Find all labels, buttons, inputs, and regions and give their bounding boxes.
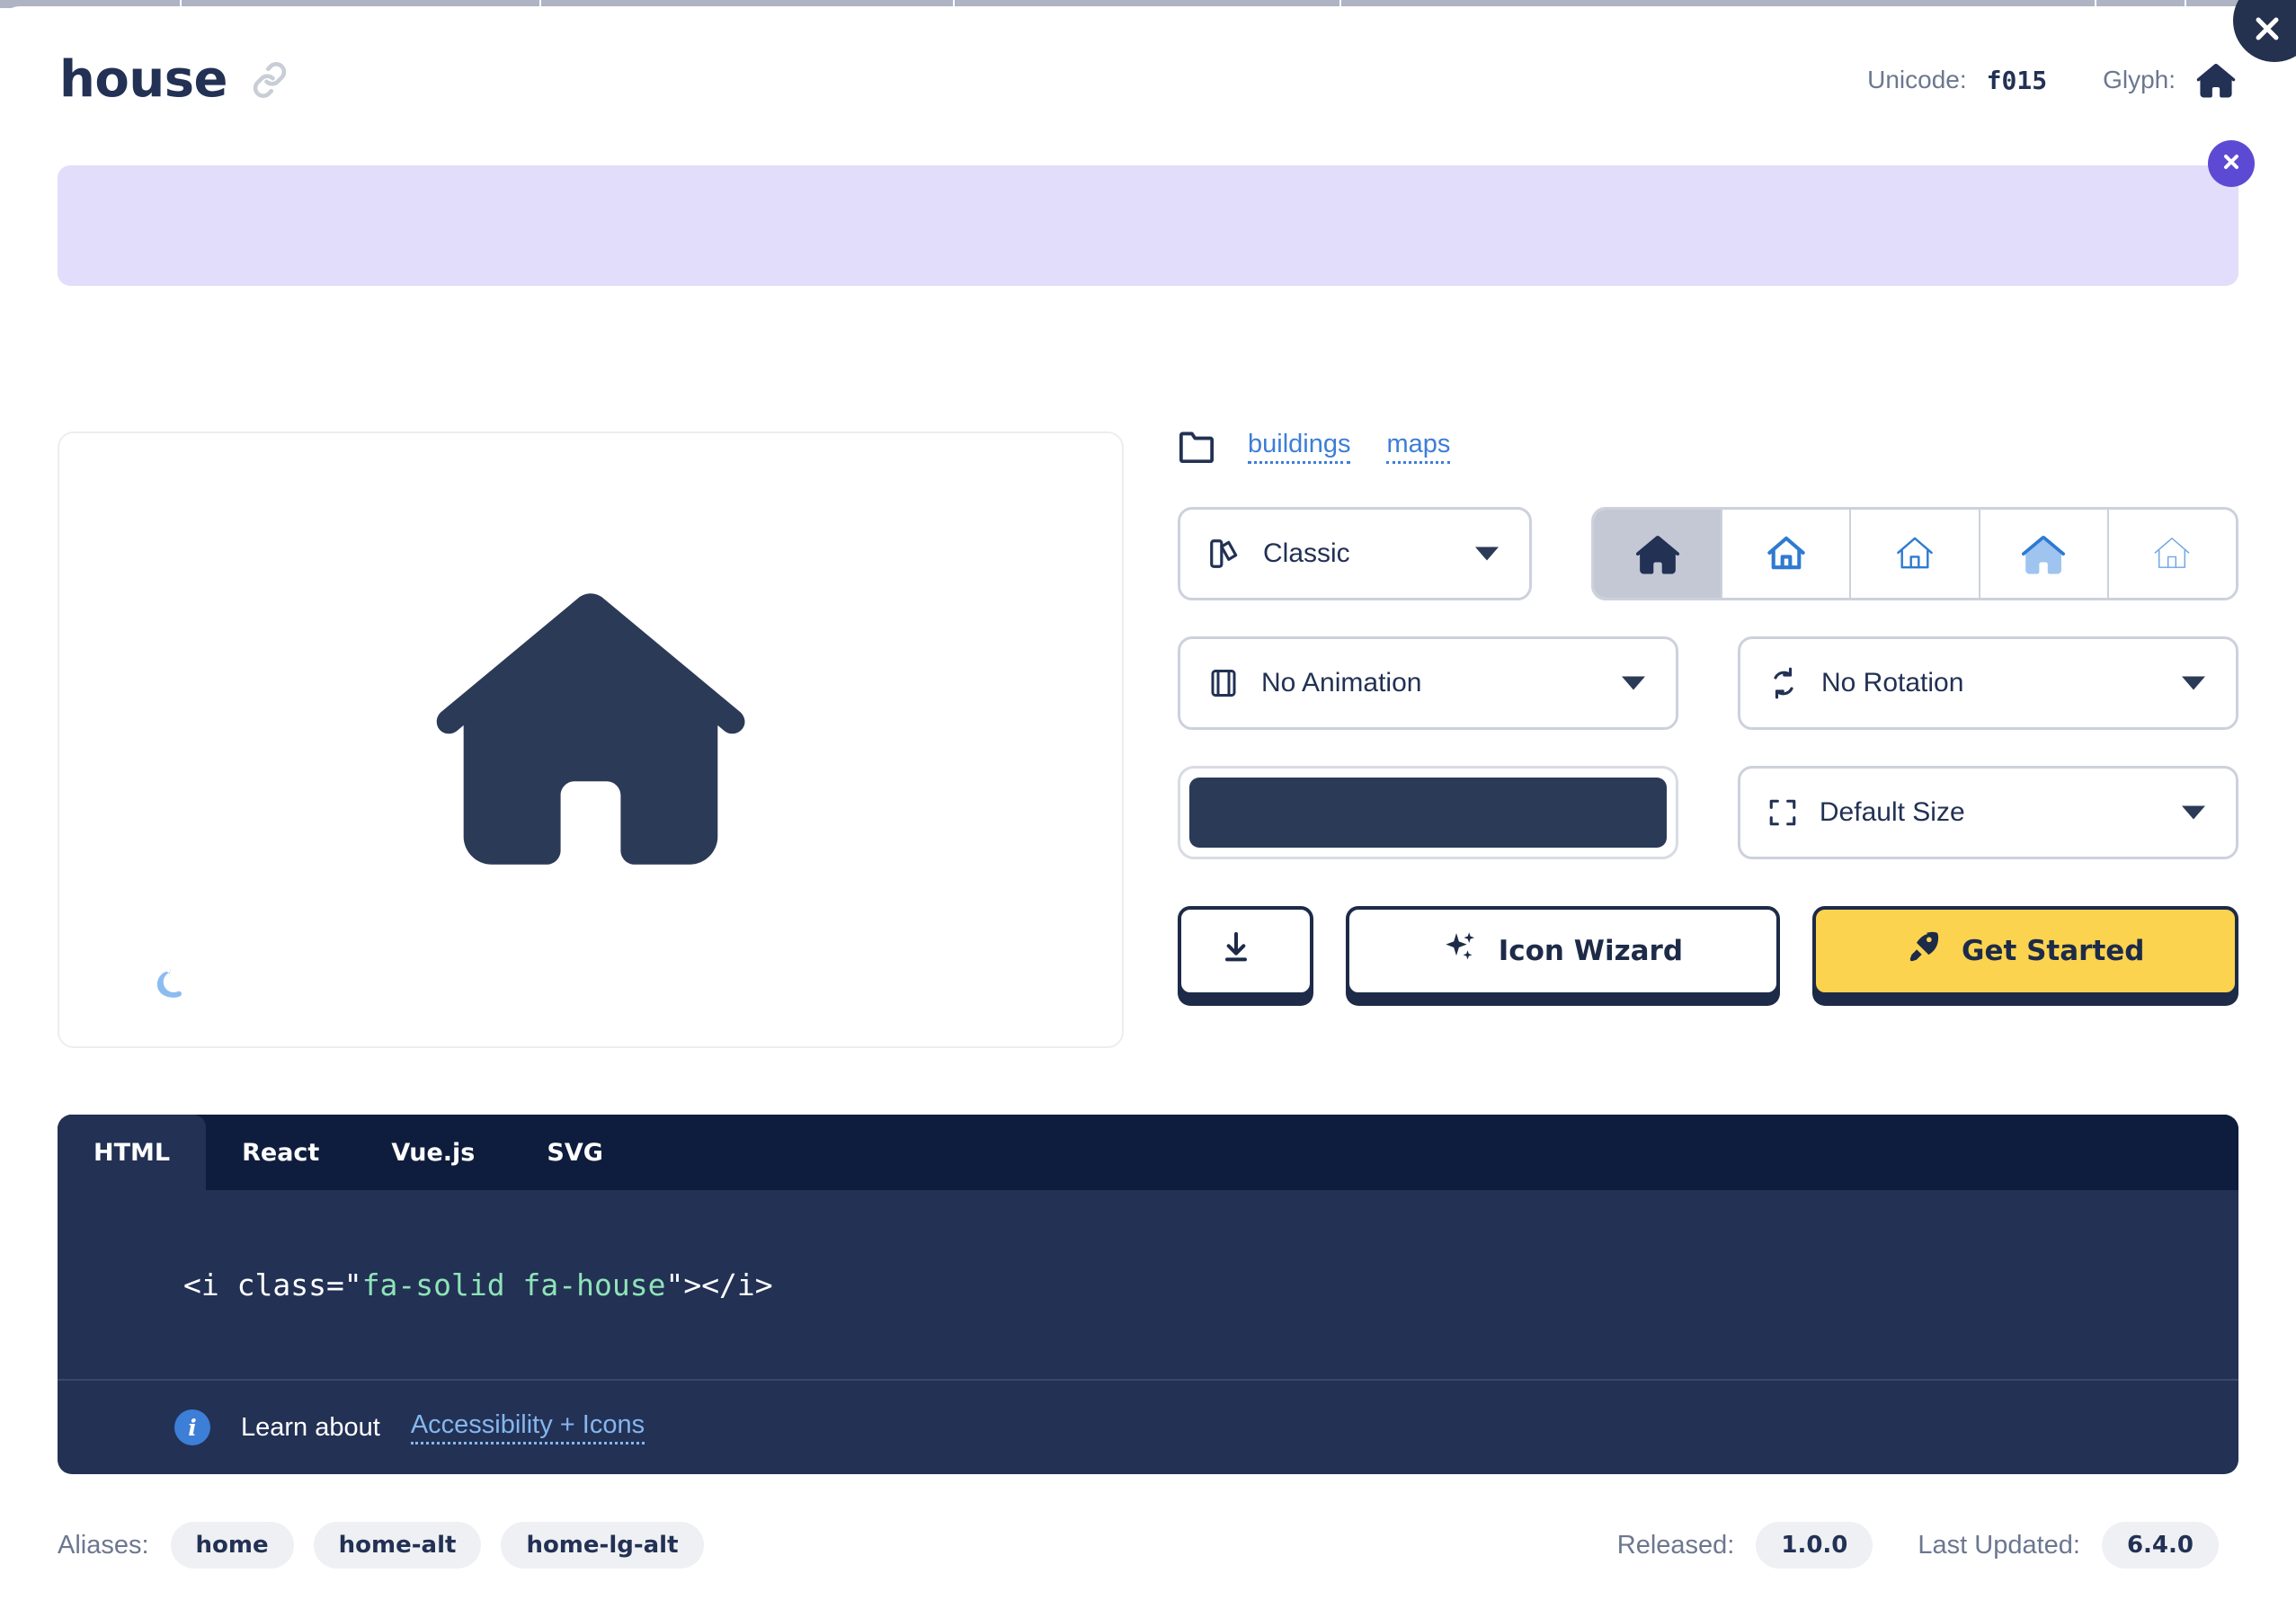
chevron-down-icon xyxy=(2182,676,2205,690)
footer-version-info: Released: 1.0.0 Last Updated: 6.4.0 xyxy=(1592,1522,2238,1569)
unicode-label: Unicode: xyxy=(1867,66,1967,93)
link-icon[interactable] xyxy=(251,61,289,99)
tab-react[interactable]: React xyxy=(206,1115,355,1190)
animation-row: No Animation No Rotation xyxy=(1178,636,2238,730)
released-label: Released: xyxy=(1616,1530,1735,1560)
code-panel: HTML React Vue.js SVG <i class="fa-solid… xyxy=(58,1115,2238,1474)
chevron-down-icon xyxy=(2182,805,2205,820)
code-body: <i class="fa-solid fa-house"></i> xyxy=(58,1190,2238,1379)
style-row: Classic xyxy=(1178,507,2238,600)
alias-pill[interactable]: home-alt xyxy=(313,1522,482,1569)
style-variant-solid[interactable] xyxy=(1594,510,1723,598)
chevron-down-icon xyxy=(1475,547,1499,561)
size-select-value: Default Size xyxy=(1819,797,1965,827)
page-sheet-top xyxy=(0,0,2296,62)
code-snippet[interactable]: <i class="fa-solid fa-house"></i> xyxy=(183,1267,773,1302)
category-link-buildings[interactable]: buildings xyxy=(1248,430,1351,464)
code-footer: i Learn about Accessibility + Icons xyxy=(58,1379,2238,1474)
rotation-select[interactable]: No Rotation xyxy=(1738,636,2238,730)
icon-wizard-button[interactable]: Icon Wizard xyxy=(1346,906,1780,996)
glyph-label: Glyph: xyxy=(2103,66,2176,93)
code-tabs: HTML React Vue.js SVG xyxy=(58,1115,2238,1190)
tab-html[interactable]: HTML xyxy=(58,1115,207,1190)
folder-icon xyxy=(1178,431,1215,463)
top-close-button[interactable] xyxy=(2233,0,2296,62)
close-icon xyxy=(2252,0,2296,49)
last-updated-value: 6.4.0 xyxy=(2101,1522,2219,1569)
icon-preview-card xyxy=(58,431,1124,1048)
house-glyph-icon xyxy=(2195,61,2237,99)
style-variant-duotone[interactable] xyxy=(1980,510,2109,598)
page-title: house xyxy=(59,50,228,109)
icon-controls: buildings maps Classic No Animation No R… xyxy=(1178,422,2238,996)
tab-svg[interactable]: SVG xyxy=(511,1115,639,1190)
download-icon xyxy=(1218,929,1254,973)
moon-icon xyxy=(150,968,186,1009)
header-meta: Unicode: f015 Glyph: xyxy=(1867,61,2237,99)
alias-pill[interactable]: home-lg-alt xyxy=(501,1522,704,1569)
style-variant-regular[interactable] xyxy=(1722,510,1852,598)
animation-select[interactable]: No Animation xyxy=(1178,636,1678,730)
code-attr: fa-solid fa-house xyxy=(361,1267,666,1302)
code-suffix: "></i> xyxy=(665,1267,773,1302)
page-footer: Aliases: home home-alt home-lg-alt Relea… xyxy=(58,1519,2238,1571)
action-buttons: Icon Wizard Get Started xyxy=(1178,906,2238,996)
rotate-icon xyxy=(1767,667,1800,699)
dark-mode-toggle[interactable] xyxy=(147,967,189,1009)
code-prefix: <i class=" xyxy=(183,1267,362,1302)
style-variant-thin[interactable] xyxy=(2108,510,2236,598)
info-icon: i xyxy=(174,1409,210,1445)
promo-banner xyxy=(58,140,2255,286)
palette-icon xyxy=(1207,537,1241,571)
released-value: 1.0.0 xyxy=(1756,1522,1873,1569)
house-icon xyxy=(59,433,1122,1046)
tab-vuejs[interactable]: Vue.js xyxy=(355,1115,511,1190)
page-header: house Unicode: f015 Glyph: xyxy=(59,50,2237,110)
style-variant-light[interactable] xyxy=(1851,510,1980,598)
sparkles-icon xyxy=(1443,929,1479,973)
style-variant-group xyxy=(1591,507,2238,600)
learn-about-label: Learn about xyxy=(241,1412,380,1442)
color-swatch[interactable] xyxy=(1189,778,1667,848)
style-select-value: Classic xyxy=(1263,538,1350,568)
get-started-button-label: Get Started xyxy=(1962,935,2145,967)
aliases-label: Aliases: xyxy=(58,1530,149,1560)
style-select[interactable]: Classic xyxy=(1178,507,1532,600)
download-button[interactable] xyxy=(1178,906,1314,996)
accessibility-link[interactable]: Accessibility + Icons xyxy=(410,1410,645,1444)
last-updated-label: Last Updated: xyxy=(1918,1530,2080,1560)
close-icon xyxy=(2220,151,2242,177)
color-size-row: Default Size xyxy=(1178,766,2238,859)
rotation-select-value: No Rotation xyxy=(1821,668,1964,698)
get-started-button[interactable]: Get Started xyxy=(1811,906,2238,996)
film-icon xyxy=(1207,667,1240,699)
animation-select-value: No Animation xyxy=(1261,668,1422,698)
chevron-down-icon xyxy=(1622,676,1645,690)
icon-detail-page: house Unicode: f015 Glyph: buildings map… xyxy=(0,0,2296,1600)
category-link-maps[interactable]: maps xyxy=(1386,430,1451,464)
alias-pill[interactable]: home xyxy=(170,1522,294,1569)
promo-close-button[interactable] xyxy=(2208,140,2255,187)
expand-icon xyxy=(1767,797,1798,828)
icon-wizard-button-label: Icon Wizard xyxy=(1498,935,1684,967)
unicode-value: f015 xyxy=(1986,65,2048,95)
rocket-icon xyxy=(1906,929,1942,973)
size-select[interactable]: Default Size xyxy=(1737,766,2238,859)
color-picker[interactable] xyxy=(1178,766,1678,859)
category-links: buildings maps xyxy=(1178,422,2238,471)
